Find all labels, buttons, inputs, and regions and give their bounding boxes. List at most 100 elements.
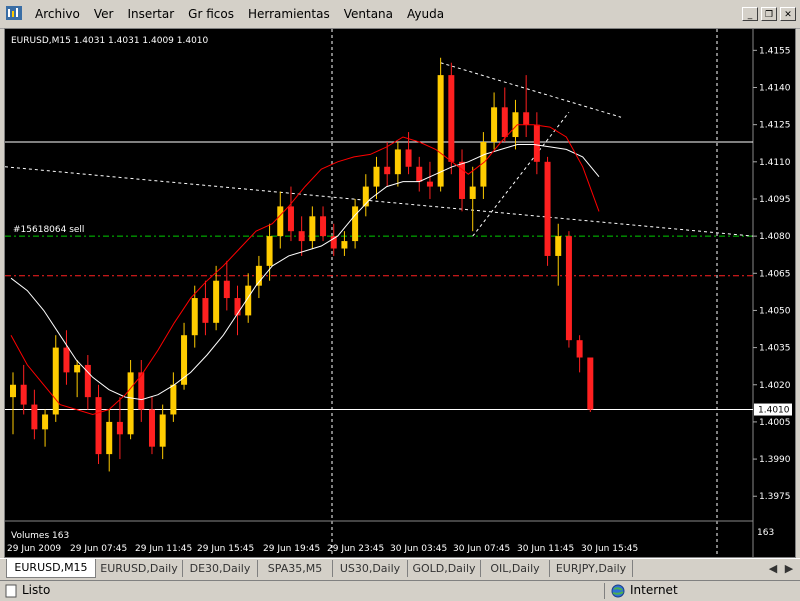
candle [191, 285, 198, 348]
candle [501, 87, 508, 142]
price-label: 1.4110 [759, 158, 791, 168]
close-icon[interactable]: ✕ [780, 7, 796, 21]
price-label: 1.4065 [759, 269, 791, 279]
candle-body [63, 347, 70, 373]
candle-body [95, 397, 102, 455]
candle-body [20, 384, 27, 405]
candle-body [170, 384, 177, 415]
menu-insertar[interactable]: Insertar [120, 7, 181, 21]
menu-ventana[interactable]: Ventana [337, 7, 400, 21]
candle [523, 75, 530, 138]
ma-slow-line [10, 144, 600, 401]
tab-gold-daily[interactable]: GOLD,Daily [408, 560, 481, 577]
candle [287, 186, 294, 242]
zone-text: Internet [630, 583, 678, 597]
menu-herramientas[interactable]: Herramientas [241, 7, 337, 21]
candle [202, 280, 209, 336]
minimize-icon[interactable]: _ [742, 7, 758, 21]
candle [298, 216, 305, 256]
candle-body [469, 186, 476, 199]
candle [138, 359, 145, 422]
candle-body [576, 340, 583, 358]
time-label: 29 Jun 11:45 [135, 544, 192, 554]
candle [255, 255, 262, 299]
candle-body [416, 166, 423, 182]
chart-window[interactable]: 1.4155 1.4140 1.4125 1.4110 1.4095 1.4080 1.40… [4, 28, 796, 558]
price-label: 1.4140 [759, 83, 791, 93]
page-icon [5, 584, 17, 598]
candle [223, 260, 230, 311]
price-label: 1.4005 [759, 418, 791, 428]
candle-body [234, 298, 241, 316]
restore-icon[interactable]: ❐ [761, 7, 777, 21]
time-label: 30 Jun 03:45 [390, 544, 447, 554]
candle-body [384, 166, 391, 175]
tab-eurjpy-daily[interactable]: EURJPY,Daily [550, 560, 633, 577]
candle-body [491, 107, 498, 142]
candle-body [31, 404, 38, 430]
candle-body [266, 236, 273, 266]
candle [74, 359, 81, 398]
axis-layer: 1.4155 1.4140 1.4125 1.4110 1.4095 1.4080 1.40… [7, 46, 792, 554]
candle [352, 198, 359, 249]
menu-ayuda[interactable]: Ayuda [400, 7, 451, 21]
tab-spa35-m5[interactable]: SPA35,M5 [258, 560, 333, 577]
tab-scroll-left-icon[interactable]: ◀ [766, 560, 780, 577]
candle-body [352, 206, 359, 242]
candle [533, 112, 540, 175]
current-price-label: 1.4010 [758, 406, 790, 416]
candle [384, 141, 391, 187]
candle [20, 364, 27, 415]
candle-body [501, 107, 508, 138]
candle-body [116, 421, 123, 435]
candle [52, 335, 59, 422]
price-label: 1.4020 [759, 381, 791, 391]
tab-eurusd-daily[interactable]: EURUSD,Daily [96, 560, 183, 577]
time-label: 30 Jun 11:45 [517, 544, 574, 554]
app-icon [6, 6, 22, 20]
price-label: 1.3990 [759, 455, 791, 465]
menu-graficos[interactable]: Gr ficos [181, 7, 241, 21]
status-separator [604, 583, 605, 599]
candle [31, 389, 38, 440]
time-label: 29 Jun 2009 [7, 544, 61, 554]
candle [469, 166, 476, 232]
menu-archivo[interactable]: Archivo [28, 7, 87, 21]
candle [555, 223, 562, 286]
candle [116, 397, 123, 460]
candle [159, 404, 166, 460]
candle-body [523, 112, 530, 125]
time-label: 30 Jun 07:45 [453, 544, 510, 554]
candle [491, 92, 498, 150]
candle-body [341, 241, 348, 249]
status-text: Listo [22, 583, 51, 597]
candle-body [42, 414, 49, 430]
candle-body [394, 149, 401, 175]
tab-us30-daily[interactable]: US30,Daily [333, 560, 408, 577]
candle-body [298, 231, 305, 242]
price-label: 1.4035 [759, 344, 791, 354]
menu-ver[interactable]: Ver [87, 7, 121, 21]
candle-body [405, 149, 412, 167]
candle-body [10, 384, 16, 398]
price-chart[interactable]: 1.4155 1.4140 1.4125 1.4110 1.4095 1.4080 1.40… [5, 29, 795, 557]
candle-body [148, 409, 155, 447]
tab-eurusd-m15[interactable]: EURUSD,M15 [6, 559, 96, 578]
candle-body [74, 364, 81, 373]
candle [10, 372, 16, 435]
order-label: #15618064 sell [13, 225, 84, 235]
candle-body [587, 357, 594, 410]
candle-body [565, 236, 572, 341]
candle [480, 132, 487, 199]
status-bar: Listo Internet [0, 580, 800, 601]
candle [42, 409, 49, 447]
candle [277, 191, 284, 249]
tab-scroll-right-icon[interactable]: ▶ [782, 560, 796, 577]
chart-tabs: EURUSD,M15 EURUSD,Daily DE30,Daily SPA35… [0, 558, 800, 579]
candle [459, 149, 466, 212]
tab-de30-daily[interactable]: DE30,Daily [183, 560, 258, 577]
price-label: 1.4080 [759, 232, 791, 242]
candle-body [191, 298, 198, 336]
candle [587, 357, 594, 413]
tab-oil-daily[interactable]: OIL,Daily [481, 560, 550, 577]
